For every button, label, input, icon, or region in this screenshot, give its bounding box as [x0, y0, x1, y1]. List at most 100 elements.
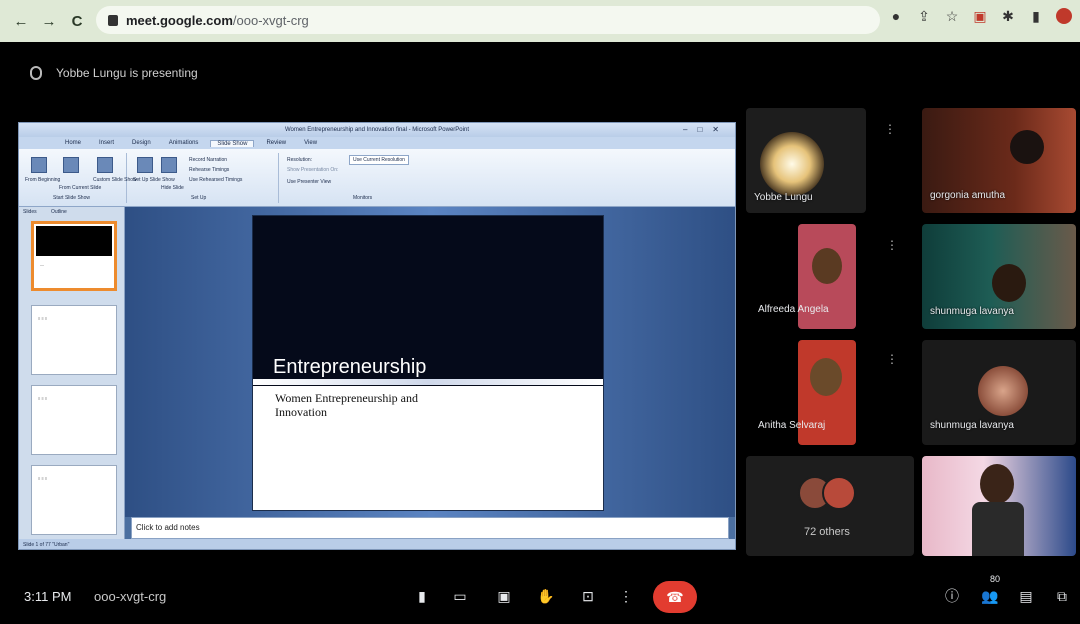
slide-canvas: Entrepreneurship Women Entrepreneurship … — [125, 207, 735, 517]
ribbon-tabs: Home Insert Design Animations Slide Show… — [19, 137, 735, 149]
participant-avatar — [978, 366, 1028, 416]
slide-thumbnail[interactable]: — — [31, 221, 117, 291]
address-bar[interactable]: meet.google.com/ooo-xvgt-crg — [96, 6, 880, 34]
tab-home[interactable]: Home — [59, 140, 87, 146]
share-icon[interactable]: ⇪ — [916, 8, 932, 24]
participant-tile[interactable] — [922, 456, 1076, 556]
show-on-label: Show Presentation On: — [287, 167, 339, 173]
bookmark-star-icon[interactable]: ☆ — [944, 8, 960, 24]
setup-show-label: Set Up Slide Show — [133, 177, 175, 183]
use-rehearsed-label[interactable]: Use Rehearsed Timings — [189, 177, 242, 183]
hangup-button[interactable]: ☎ — [653, 581, 697, 613]
participant-name: Anitha Selvaraj — [758, 420, 826, 431]
group-monitors: Resolution: Use Current Resolution Show … — [283, 153, 453, 203]
participant-video — [812, 248, 842, 284]
others-tile[interactable]: 72 others — [746, 456, 914, 556]
tab-insert[interactable]: Insert — [93, 140, 120, 146]
activities-icon[interactable]: ⧉ — [1050, 584, 1074, 608]
presentation-stream: Women Entrepreneurship and Innovation fi… — [18, 122, 736, 550]
custom-show-icon[interactable] — [97, 157, 113, 173]
resolution-label: Resolution: — [287, 157, 313, 163]
sidepanel-icon[interactable]: ▮ — [1028, 8, 1044, 24]
microphone-icon[interactable]: ▮ — [408, 582, 436, 610]
camera-indicator-icon[interactable]: ● — [888, 8, 904, 24]
slide-subtitle: Women Entrepreneurship and Innovation — [275, 391, 418, 419]
current-slide[interactable]: Entrepreneurship Women Entrepreneurship … — [252, 215, 604, 511]
camera-icon[interactable]: ▭ — [446, 582, 474, 610]
group-start-label: Start Slide Show — [53, 195, 90, 201]
participant-video — [760, 132, 824, 196]
participant-tile[interactable]: gorgonia amutha — [922, 108, 1076, 213]
slide-thumbnail[interactable]: ≡ ≡ ≡ — [31, 305, 117, 375]
from-current-label: From Current Slide — [59, 185, 102, 191]
profile-avatar[interactable] — [1056, 8, 1072, 24]
back-icon[interactable]: ← — [10, 13, 32, 30]
participant-video — [1010, 130, 1044, 164]
other-avatar — [822, 476, 856, 510]
window-controls: –□✕ — [683, 125, 729, 134]
participant-name: gorgonia amutha — [930, 190, 1006, 201]
presenter-view-label[interactable]: Use Presenter View — [287, 179, 331, 185]
tab-slide-show[interactable]: Slide Show — [210, 139, 255, 147]
tab-view[interactable]: View — [298, 140, 323, 146]
reload-icon[interactable]: C — [66, 13, 88, 30]
chat-icon[interactable]: ▤ — [1014, 584, 1038, 608]
tab-outline[interactable]: Outline — [51, 209, 67, 215]
participant-video — [992, 264, 1026, 302]
mic-icon — [30, 66, 42, 80]
more-options-icon[interactable]: ⋮ — [612, 582, 640, 610]
meeting-code: ooo-xvgt-crg — [94, 589, 167, 604]
slide-thumbnail[interactable]: ≡ ≡ ≡ — [31, 465, 117, 535]
lock-icon — [108, 14, 118, 26]
puzzle-icon[interactable]: ✱ — [1000, 8, 1016, 24]
tab-slides[interactable]: Slides — [23, 209, 37, 215]
participant-video — [810, 358, 842, 396]
powerpoint-window-title: Women Entrepreneurship and Innovation fi… — [285, 127, 469, 133]
participant-tile[interactable]: shunmuga lavanya — [922, 224, 1076, 329]
captions-icon[interactable]: ▣ — [490, 582, 518, 610]
others-count: 72 others — [804, 526, 850, 538]
more-options-icon[interactable]: ⋮ — [886, 352, 898, 366]
group-setup-label: Set Up — [191, 195, 207, 201]
tab-animations[interactable]: Animations — [163, 140, 205, 146]
meet-controls-bar: 3:11 PM ooo-xvgt-crg ▮ ▭ ▣ ✋ ⊡ ⋮ ☎ ⓘ 80 … — [0, 564, 1080, 624]
setup-show-icon[interactable] — [137, 157, 153, 173]
slides-panel: Slides Outline — ≡ ≡ ≡ ≡ ≡ ≡ ≡ ≡ ≡ — [19, 207, 125, 539]
browser-toolbar: ← → C meet.google.com/ooo-xvgt-crg ● ⇪ ☆… — [0, 0, 1080, 42]
tab-review[interactable]: Review — [260, 140, 292, 146]
raise-hand-icon[interactable]: ✋ — [532, 582, 560, 610]
ribbon: From Beginning From Current Slide Custom… — [19, 149, 735, 207]
participant-tile[interactable]: Yobbe Lungu — [746, 108, 866, 213]
participant-tile[interactable]: shunmuga lavanya — [922, 340, 1076, 445]
rehearse-timings-label[interactable]: Rehearse Timings — [189, 167, 229, 173]
slide-thumbnail[interactable]: ≡ ≡ ≡ — [31, 385, 117, 455]
notes-pane[interactable]: Click to add notes — [131, 517, 729, 539]
more-options-icon[interactable]: ⋮ — [886, 238, 898, 252]
participant-name: shunmuga lavanya — [930, 420, 1014, 431]
people-icon[interactable]: 👥 — [978, 584, 1002, 608]
hide-slide-label: Hide Slide — [161, 185, 184, 191]
tab-design[interactable]: Design — [126, 140, 157, 146]
clock: 3:11 PM — [24, 589, 72, 604]
info-icon[interactable]: ⓘ — [940, 584, 964, 608]
group-monitors-label: Monitors — [353, 195, 373, 201]
present-icon[interactable]: ⊡ — [574, 582, 602, 610]
url-domain: meet.google.com — [126, 12, 233, 28]
from-current-icon[interactable] — [63, 157, 79, 173]
group-start-slide-show: From Beginning From Current Slide Custom… — [23, 153, 137, 203]
people-count: 80 — [990, 574, 1001, 584]
participant-name: Yobbe Lungu — [754, 192, 813, 203]
mic-muted-icon: ⋮ — [884, 122, 896, 136]
record-narration-label[interactable]: Record Narration — [189, 157, 227, 163]
resolution-select[interactable]: Use Current Resolution — [349, 155, 409, 165]
extension-icon[interactable]: ▣ — [972, 8, 988, 24]
presenting-label: Yobbe Lungu is presenting — [30, 66, 198, 80]
slide-title: Entrepreneurship — [273, 356, 427, 378]
url-path: /ooo-xvgt-crg — [232, 12, 309, 28]
hide-slide-icon[interactable] — [161, 157, 177, 173]
toolbar-icons: ● ⇪ ☆ ▣ ✱ ▮ — [888, 8, 1072, 24]
powerpoint-titlebar: Women Entrepreneurship and Innovation fi… — [19, 123, 735, 137]
from-beginning-icon[interactable] — [31, 157, 47, 173]
forward-icon[interactable]: → — [38, 13, 60, 30]
participant-video — [980, 464, 1014, 504]
